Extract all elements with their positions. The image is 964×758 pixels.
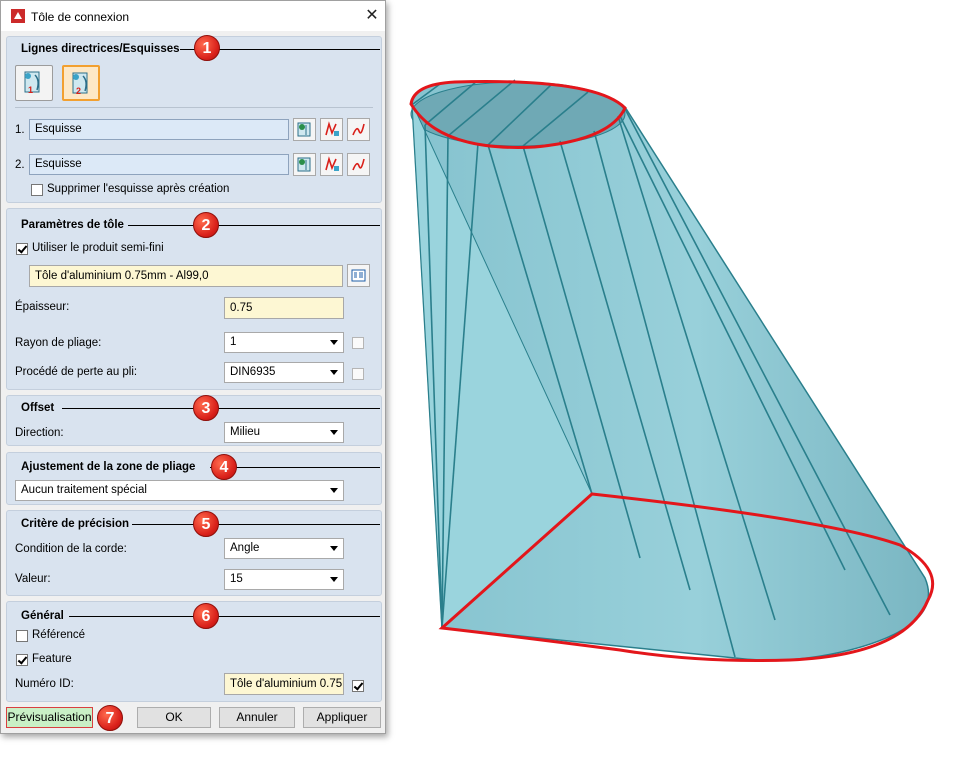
precision-section: Critère de précision 5 Condition de la c… — [6, 510, 382, 596]
sketch-2-edit-button[interactable] — [347, 153, 370, 176]
section-divider — [132, 524, 380, 525]
sketch-1-edit-button[interactable] — [347, 118, 370, 141]
sketch-1-select-button[interactable] — [293, 118, 316, 141]
semi-finished-field[interactable]: Tôle d'aluminium 0.75mm - Al99,0 — [29, 265, 343, 287]
edit-sketch-icon — [352, 123, 365, 136]
feature-label: Feature — [32, 653, 72, 665]
bend-loss-label: Procédé de perte au pli: — [15, 366, 138, 378]
close-icon[interactable]: ✕ — [361, 5, 383, 27]
sketch-2-pick-button[interactable] — [320, 153, 343, 176]
sheet-params-section: Paramètres de tôle 2 Utiliser le produit… — [6, 208, 382, 390]
callout-badge-5: 5 — [193, 511, 219, 537]
callout-badge-1: 1 — [194, 35, 220, 61]
bend-zone-value: Aucun traitement spécial — [21, 484, 147, 496]
bend-radius-value: 1 — [230, 336, 237, 348]
bend-zone-heading: Ajustement de la zone de pliage — [21, 461, 196, 473]
guideline-mode-1-button[interactable]: 1 — [15, 65, 53, 101]
direction-dropdown[interactable]: Milieu — [224, 422, 344, 443]
sketch-2-field[interactable]: Esquisse — [29, 154, 289, 175]
bend-zone-section: Ajustement de la zone de pliage 4 Aucun … — [6, 452, 382, 505]
precision-heading: Critère de précision — [21, 518, 130, 530]
guideline-mode-1-icon: 1 — [24, 71, 40, 95]
select-sketch-icon — [297, 157, 311, 172]
bend-zone-dropdown[interactable]: Aucun traitement spécial — [15, 480, 344, 501]
chevron-down-icon — [330, 430, 338, 435]
connection-sheet-dialog: Tôle de connexion ✕ Lignes directrices/E… — [0, 0, 386, 734]
svg-text:1: 1 — [28, 85, 33, 95]
pick-curve-icon — [325, 156, 339, 171]
direction-label: Direction: — [15, 427, 64, 439]
chord-condition-value: Angle — [230, 542, 260, 554]
general-heading: Général — [21, 610, 64, 622]
callout-badge-2: 2 — [193, 212, 219, 238]
chevron-down-icon — [330, 488, 338, 493]
bend-radius-override-checkbox[interactable] — [352, 337, 364, 349]
bend-loss-dropdown[interactable]: DIN6935 — [224, 362, 344, 383]
sheet-preview-3d — [409, 79, 934, 663]
direction-value: Milieu — [230, 426, 261, 438]
section-divider — [62, 408, 380, 409]
guidelines-heading: Lignes directrices/Esquisses — [21, 43, 180, 55]
precision-value: 15 — [230, 573, 243, 585]
feature-checkbox[interactable] — [16, 654, 28, 666]
general-section: Général 6 Référencé Feature Numéro ID: T… — [6, 601, 382, 702]
callout-badge-7: 7 — [97, 705, 123, 731]
id-number-auto-checkbox[interactable] — [352, 680, 364, 692]
callout-badge-3: 3 — [193, 395, 219, 421]
referenced-label: Référencé — [32, 629, 86, 641]
chevron-down-icon — [330, 370, 338, 375]
id-number-label: Numéro ID: — [15, 678, 74, 690]
ok-button[interactable]: OK — [137, 707, 211, 728]
thickness-label: Épaisseur: — [15, 301, 70, 313]
semi-finished-catalog-button[interactable] — [347, 264, 370, 287]
section-divider — [69, 616, 380, 617]
bend-radius-dropdown[interactable]: 1 — [224, 332, 344, 353]
precision-value-label: Valeur: — [15, 573, 51, 585]
edit-sketch-icon — [352, 158, 365, 171]
delete-sketch-checkbox[interactable] — [31, 184, 43, 196]
chord-condition-dropdown[interactable]: Angle — [224, 538, 344, 559]
offset-section: Offset 3 Direction: Milieu — [6, 395, 382, 446]
sketch-1-field[interactable]: Esquisse — [29, 119, 289, 140]
sketch-1-pick-button[interactable] — [320, 118, 343, 141]
pick-curve-icon — [325, 121, 339, 136]
row-2-index: 2. — [15, 159, 25, 171]
referenced-checkbox[interactable] — [16, 630, 28, 642]
chevron-down-icon — [330, 577, 338, 582]
cancel-button[interactable]: Annuler — [219, 707, 295, 728]
bend-loss-override-checkbox[interactable] — [352, 368, 364, 380]
chord-condition-label: Condition de la corde: — [15, 543, 127, 555]
id-number-field[interactable]: Tôle d'aluminium 0.75 — [224, 673, 344, 695]
use-semi-finished-checkbox[interactable] — [16, 243, 28, 255]
apply-button[interactable]: Appliquer — [303, 707, 381, 728]
precision-value-dropdown[interactable]: 15 — [224, 569, 344, 590]
sketch-2-select-button[interactable] — [293, 153, 316, 176]
guideline-mode-2-button[interactable]: 2 — [62, 65, 100, 101]
sheet-params-heading: Paramètres de tôle — [21, 219, 124, 231]
row-divider — [15, 107, 373, 108]
svg-text:2: 2 — [76, 86, 81, 96]
chevron-down-icon — [330, 546, 338, 551]
section-divider — [128, 225, 380, 226]
callout-badge-4: 4 — [211, 454, 237, 480]
guidelines-section: Lignes directrices/Esquisses 1 1 2 1. Es… — [6, 35, 382, 203]
select-sketch-icon — [297, 122, 311, 137]
offset-heading: Offset — [21, 402, 55, 414]
bend-radius-label: Rayon de pliage: — [15, 337, 102, 349]
chevron-down-icon — [330, 340, 338, 345]
title-bar: Tôle de connexion ✕ — [1, 1, 385, 31]
catalog-icon — [351, 269, 366, 282]
window-title: Tôle de connexion — [31, 10, 130, 24]
preview-button[interactable]: Prévisualisation — [6, 707, 93, 728]
guideline-mode-2-icon: 2 — [72, 72, 88, 96]
app-icon — [11, 9, 25, 23]
use-semi-finished-label: Utiliser le produit semi-fini — [32, 242, 164, 254]
bend-loss-value: DIN6935 — [230, 366, 276, 378]
delete-sketch-label: Supprimer l'esquisse après création — [47, 183, 230, 195]
row-1-index: 1. — [15, 124, 25, 136]
callout-badge-6: 6 — [193, 603, 219, 629]
thickness-field[interactable]: 0.75 — [224, 297, 344, 319]
